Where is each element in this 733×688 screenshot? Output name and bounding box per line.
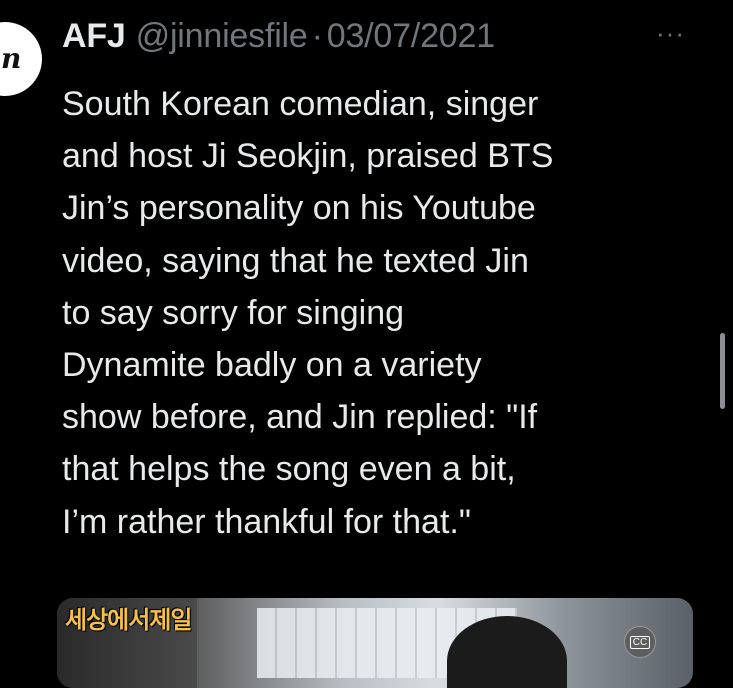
tweet-text-line: South Korean comedian, singer <box>62 85 539 123</box>
tweet-header: AFJ @jinniesfile · 03/07/2021 <box>62 14 495 58</box>
closed-captions-label: CC <box>629 635 651 649</box>
tweet-text-line: and host Ji Seokjin, praised BTS <box>62 137 554 176</box>
tweet-text-line: Jin’s personality on his Youtube <box>62 189 536 228</box>
tweet-date[interactable]: 03/07/2021 <box>327 17 495 56</box>
video-caption-logo: 세상에서제일 <box>65 607 192 634</box>
tweet-text: South Korean comedian, singer and host J… <box>62 78 712 548</box>
separator-dot: · <box>311 16 323 55</box>
tweet-text-line: show before, and Jin replied: "If <box>62 398 538 437</box>
video-thumbnail[interactable]: 세상에서제일 CC <box>57 598 693 688</box>
avatar-glyph: n <box>1 42 22 75</box>
scrollbar-thumb[interactable] <box>720 333 725 409</box>
tweet-text-line: video, saying that he texted Jin <box>62 241 529 280</box>
tweet-text-line: Dynamite badly on a variety <box>62 346 482 385</box>
author-avatar[interactable]: n <box>0 22 42 96</box>
closed-captions-icon[interactable]: CC <box>624 626 656 658</box>
tweet-text-line: that helps the song even a bit, <box>62 450 516 489</box>
tweet-text-line: I’m rather thankful for that." <box>62 502 471 541</box>
tweet-text-line: to say sorry for singing <box>62 293 405 332</box>
author-handle[interactable]: @jinniesfile <box>136 17 308 56</box>
more-options-icon[interactable]: ··· <box>656 18 685 49</box>
author-name[interactable]: AFJ <box>62 17 126 56</box>
